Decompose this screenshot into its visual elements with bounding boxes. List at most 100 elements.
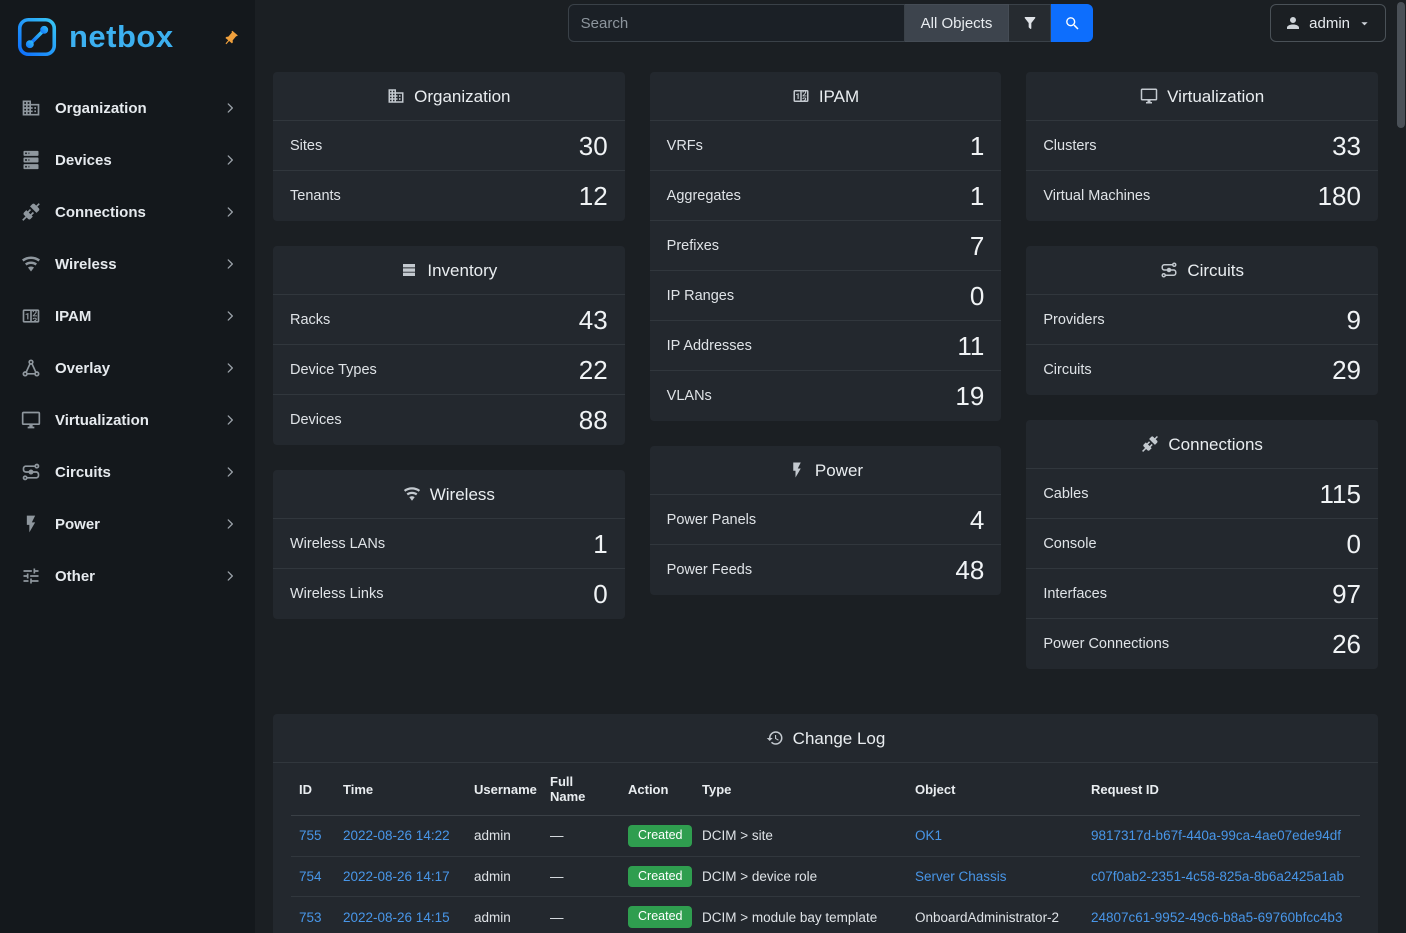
stat-label: Interfaces bbox=[1043, 586, 1107, 602]
stat-row-power-connections[interactable]: Power Connections26 bbox=[1026, 619, 1378, 669]
stat-row-vlans[interactable]: VLANs 19 bbox=[650, 371, 1002, 421]
cell-type: DCIM > site bbox=[694, 816, 907, 857]
stat-value: 19 bbox=[955, 383, 984, 409]
changelog-card: Change Log IDTimeUsernameFull NameAction… bbox=[273, 714, 1378, 933]
sidebar-item-power[interactable]: Power bbox=[0, 498, 255, 550]
time-link[interactable]: 2022-08-26 14:22 bbox=[343, 828, 450, 843]
ipam-icon bbox=[21, 306, 41, 326]
chevron-right-icon bbox=[223, 465, 237, 479]
cell-request-id: 24807c61-9952-49c6-b8a5-69760bfcc4b3 bbox=[1083, 897, 1360, 933]
card-header: Connections bbox=[1026, 420, 1378, 469]
sidebar-item-other[interactable]: Other bbox=[0, 550, 255, 602]
card-title: Organization bbox=[414, 88, 510, 105]
chevron-right-icon bbox=[223, 413, 237, 427]
id-link[interactable]: 755 bbox=[299, 828, 322, 843]
user-label: admin bbox=[1309, 15, 1350, 32]
request-id-link[interactable]: 24807c61-9952-49c6-b8a5-69760bfcc4b3 bbox=[1091, 910, 1342, 925]
id-link[interactable]: 754 bbox=[299, 869, 322, 884]
request-id-link[interactable]: 9817317d-b67f-440a-99ca-4ae07ede94df bbox=[1091, 828, 1341, 843]
stat-row-prefixes[interactable]: Prefixes7 bbox=[650, 221, 1002, 271]
stat-label: IP Ranges bbox=[667, 288, 734, 304]
filter-button[interactable] bbox=[1009, 4, 1051, 42]
stat-row-tenants[interactable]: Tenants12 bbox=[273, 171, 625, 221]
sidebar-item-virtualization[interactable]: Virtualization bbox=[0, 394, 255, 446]
sidebar-item-devices[interactable]: Devices bbox=[0, 134, 255, 186]
stat-row-wireless-links[interactable]: Wireless Links0 bbox=[273, 569, 625, 619]
user-icon bbox=[1284, 14, 1302, 32]
card-title: Inventory bbox=[427, 262, 497, 279]
stat-row-interfaces[interactable]: Interfaces97 bbox=[1026, 569, 1378, 619]
sidebar-item-connections[interactable]: Connections bbox=[0, 186, 255, 238]
stat-label: VLANs bbox=[667, 388, 712, 404]
stat-row-console[interactable]: Console0 bbox=[1026, 519, 1378, 569]
table-row: 7532022-08-26 14:15admin—CreatedDCIM > m… bbox=[291, 897, 1360, 933]
card-header: Inventory bbox=[273, 246, 625, 295]
stat-row-wireless-lans[interactable]: Wireless LANs1 bbox=[273, 519, 625, 569]
connections-icon bbox=[21, 202, 41, 222]
sidebar-item-ipam[interactable]: IPAM bbox=[0, 290, 255, 342]
stat-row-virtual-machines[interactable]: Virtual Machines180 bbox=[1026, 171, 1378, 221]
card-virtualization: VirtualizationClusters33Virtual Machines… bbox=[1026, 72, 1378, 221]
cell-full-name: — bbox=[542, 856, 620, 897]
cell-type: DCIM > device role bbox=[694, 856, 907, 897]
object-link[interactable]: OK1 bbox=[915, 828, 942, 843]
stat-row-devices[interactable]: Devices88 bbox=[273, 395, 625, 445]
time-link[interactable]: 2022-08-26 14:15 bbox=[343, 910, 450, 925]
card-header: Organization bbox=[273, 72, 625, 121]
cell-id: 753 bbox=[291, 897, 335, 933]
stat-label: Virtual Machines bbox=[1043, 188, 1150, 204]
id-link[interactable]: 753 bbox=[299, 910, 322, 925]
time-link[interactable]: 2022-08-26 14:17 bbox=[343, 869, 450, 884]
pin-icon[interactable] bbox=[222, 30, 239, 47]
sidebar-item-wireless[interactable]: Wireless bbox=[0, 238, 255, 290]
sidebar-item-label: Other bbox=[55, 568, 223, 585]
table-row: 7552022-08-26 14:22admin—CreatedDCIM > s… bbox=[291, 816, 1360, 857]
stat-row-power-panels[interactable]: Power Panels4 bbox=[650, 495, 1002, 545]
chevron-right-icon bbox=[223, 309, 237, 323]
stat-label: Device Types bbox=[290, 362, 377, 378]
stat-row-power-feeds[interactable]: Power Feeds48 bbox=[650, 545, 1002, 595]
sidebar-item-label: Circuits bbox=[55, 464, 223, 481]
stat-row-device-types[interactable]: Device Types22 bbox=[273, 345, 625, 395]
request-id-link[interactable]: c07f0ab2-2351-4c58-825a-8b6a2425a1ab bbox=[1091, 869, 1344, 884]
object-type-button[interactable]: All Objects bbox=[905, 4, 1010, 42]
cell-full-name: — bbox=[542, 816, 620, 857]
card-header: Wireless bbox=[273, 470, 625, 519]
cell-request-id: c07f0ab2-2351-4c58-825a-8b6a2425a1ab bbox=[1083, 856, 1360, 897]
scrollbar-thumb[interactable] bbox=[1397, 2, 1405, 128]
stat-row-racks[interactable]: Racks43 bbox=[273, 295, 625, 345]
stat-row-circuits[interactable]: Circuits29 bbox=[1026, 345, 1378, 395]
stat-label: Cables bbox=[1043, 486, 1088, 502]
stat-row-vrfs[interactable]: VRFs1 bbox=[650, 121, 1002, 171]
devices-icon bbox=[21, 150, 41, 170]
object-link[interactable]: Server Chassis bbox=[915, 869, 1007, 884]
cell-time: 2022-08-26 14:15 bbox=[335, 897, 466, 933]
scrollbar[interactable] bbox=[1396, 0, 1406, 933]
changelog-table: IDTimeUsernameFull NameActionTypeObjectR… bbox=[291, 763, 1360, 933]
stat-row-ip-ranges[interactable]: IP Ranges0 bbox=[650, 271, 1002, 321]
search-input[interactable] bbox=[568, 4, 905, 42]
stat-row-sites[interactable]: Sites30 bbox=[273, 121, 625, 171]
circuits-icon bbox=[1160, 261, 1178, 279]
search-button[interactable] bbox=[1051, 4, 1093, 42]
table-row: 7542022-08-26 14:17admin—CreatedDCIM > d… bbox=[291, 856, 1360, 897]
column-header-id: ID bbox=[291, 763, 335, 816]
stat-row-aggregates[interactable]: Aggregates1 bbox=[650, 171, 1002, 221]
column-header-time: Time bbox=[335, 763, 466, 816]
stat-row-cables[interactable]: Cables115 bbox=[1026, 469, 1378, 519]
cell-username: admin bbox=[466, 816, 542, 857]
power-icon bbox=[21, 514, 41, 534]
column-header-full-name: Full Name bbox=[542, 763, 620, 816]
cell-action: Created bbox=[620, 897, 694, 933]
card-title: Circuits bbox=[1187, 262, 1244, 279]
stat-row-providers[interactable]: Providers9 bbox=[1026, 295, 1378, 345]
sidebar-item-circuits[interactable]: Circuits bbox=[0, 446, 255, 498]
netbox-logo[interactable]: netbox bbox=[14, 14, 174, 60]
sidebar-item-overlay[interactable]: Overlay bbox=[0, 342, 255, 394]
card-power: PowerPower Panels4Power Feeds48 bbox=[650, 446, 1002, 595]
stat-row-ip-addresses[interactable]: IP Addresses11 bbox=[650, 321, 1002, 371]
sidebar-item-organization[interactable]: Organization bbox=[0, 82, 255, 134]
stat-row-clusters[interactable]: Clusters33 bbox=[1026, 121, 1378, 171]
stat-value: 26 bbox=[1332, 631, 1361, 657]
user-menu-button[interactable]: admin bbox=[1270, 4, 1386, 42]
